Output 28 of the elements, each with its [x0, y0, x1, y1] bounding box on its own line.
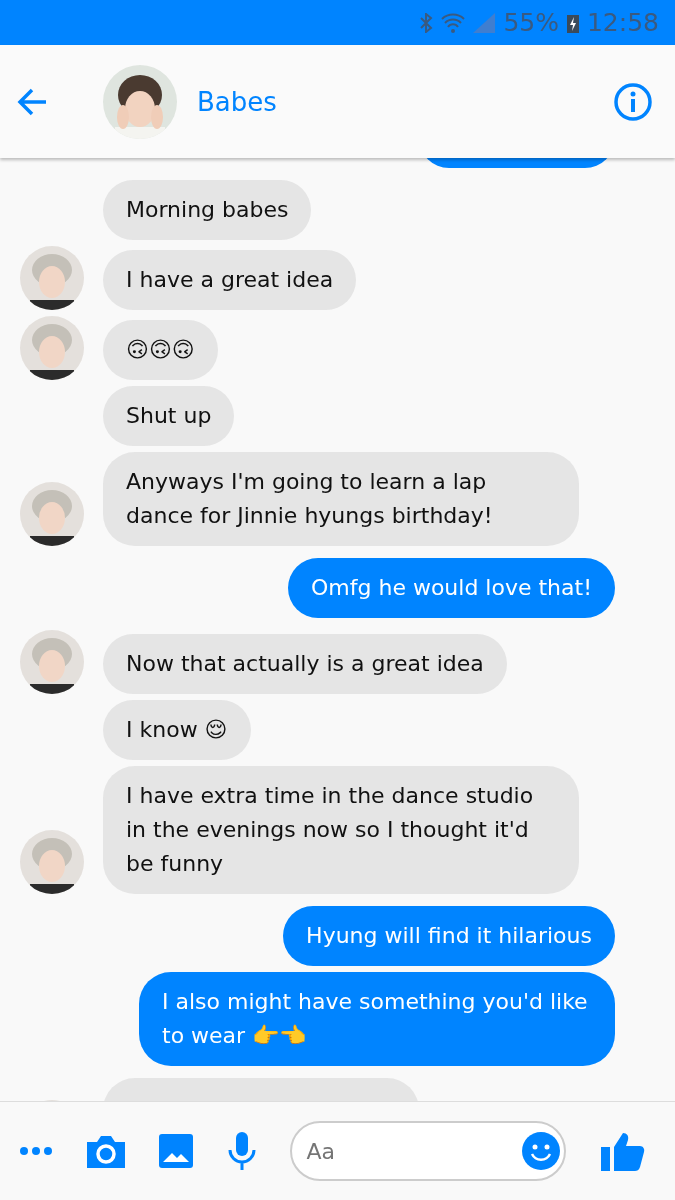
message-bubble: Now that actually is a great idea — [103, 634, 507, 694]
message-bubble: Anyways I'm going to learn a lap dance for Jinnie hyungs birthday! — [103, 452, 579, 546]
back-arrow-icon[interactable] — [16, 86, 48, 117]
microphone-icon[interactable] — [227, 1132, 256, 1170]
bluetooth-icon — [419, 12, 434, 33]
contact-name[interactable]: Babes — [197, 86, 613, 117]
message-bubble: Hyung will find it hilarious — [283, 906, 615, 966]
camera-icon[interactable] — [86, 1134, 125, 1168]
message-bubble: I know 😌 — [103, 700, 251, 760]
wifi-icon — [441, 12, 466, 33]
message-bubble: I have extra time in the dance studio in the evenings now so I thought it'd be funny — [103, 766, 579, 894]
message-bubble: Shut up — [103, 386, 235, 446]
message-field[interactable]: Aa — [290, 1121, 567, 1181]
message-bubble: I have a great idea — [103, 250, 357, 310]
emoji-icon[interactable] — [522, 1132, 561, 1170]
message-bubble: 🙃🙃🙃 — [103, 320, 218, 380]
clock: 12:58 — [586, 8, 659, 37]
battery-charging-icon — [566, 12, 579, 33]
image-icon[interactable] — [159, 1134, 194, 1168]
message-bubble: Omfg he would love that! — [288, 558, 615, 618]
message-bubble: I also might have something you'd like to wear 👉👈 — [139, 972, 615, 1066]
signal-icon — [473, 12, 496, 33]
thumbs-up-icon[interactable] — [600, 1131, 645, 1171]
more-icon[interactable] — [20, 1146, 52, 1156]
info-icon[interactable] — [613, 81, 653, 122]
message-input[interactable]: Aa — [304, 1137, 523, 1165]
battery-percentage: 55% — [503, 8, 559, 37]
message-bubble: Morning babes — [103, 180, 312, 240]
